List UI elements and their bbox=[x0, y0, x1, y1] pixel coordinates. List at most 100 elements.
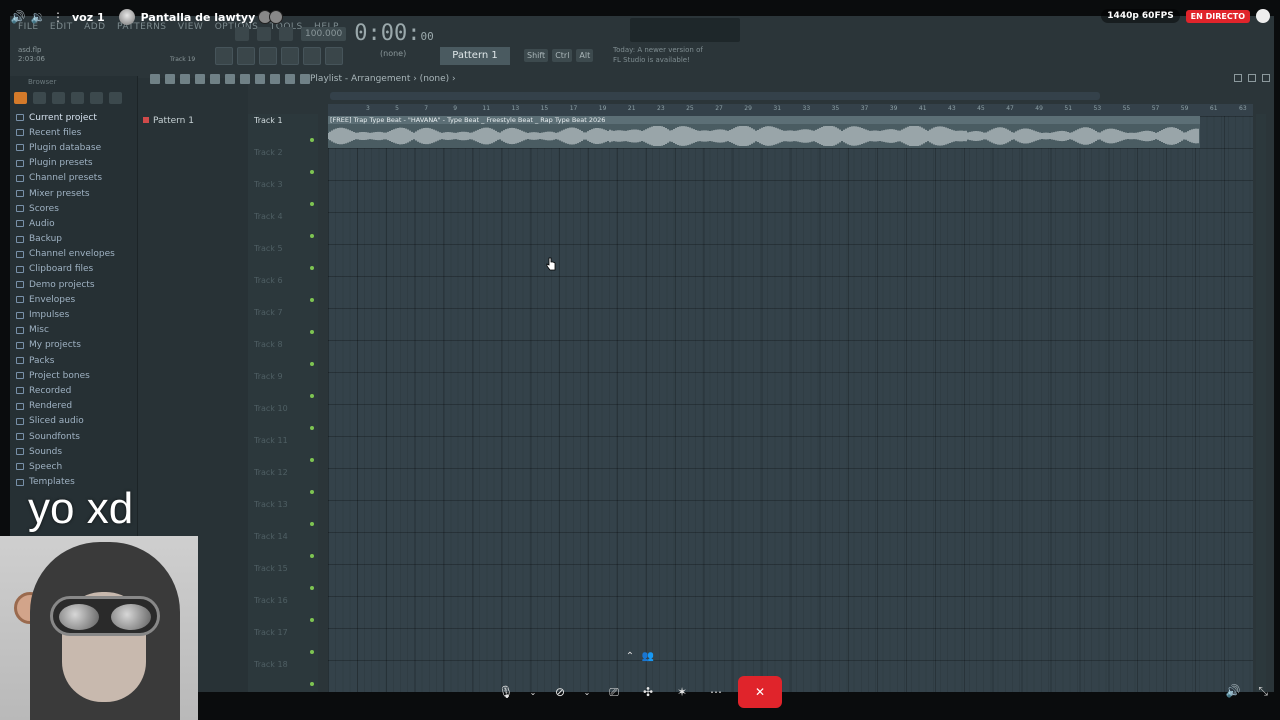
browser-tool-star[interactable] bbox=[109, 92, 122, 104]
browser-tool-cloud[interactable] bbox=[90, 92, 103, 104]
track-enable-led[interactable] bbox=[310, 618, 314, 622]
track-label[interactable]: Track 2 bbox=[254, 148, 283, 157]
browser-item[interactable]: Project bones bbox=[12, 368, 137, 383]
minimize-icon[interactable] bbox=[1234, 74, 1242, 82]
slip-icon[interactable] bbox=[240, 74, 250, 84]
browser-item[interactable]: Recorded bbox=[12, 383, 137, 398]
track-enable-led[interactable] bbox=[310, 426, 314, 430]
close-icon[interactable] bbox=[1262, 74, 1270, 82]
browser-item[interactable]: My projects bbox=[12, 338, 137, 353]
track-label[interactable]: Track 17 bbox=[254, 628, 288, 637]
browser-tool-all[interactable] bbox=[14, 92, 27, 104]
playback-icon[interactable] bbox=[300, 74, 310, 84]
track-label[interactable]: Track 8 bbox=[254, 340, 283, 349]
track-label[interactable]: Track 13 bbox=[254, 500, 288, 509]
track-enable-led[interactable] bbox=[310, 554, 314, 558]
browser-item[interactable]: Plugin database bbox=[12, 140, 137, 155]
browser-tool-current[interactable] bbox=[33, 92, 46, 104]
timeline-ruler[interactable]: 3 5 7 9 11 13 15 17 19 21 23 25 27 29 31 33 35 37 39 41 43 45… bbox=[328, 104, 1253, 116]
browser-item[interactable]: Impulses bbox=[12, 307, 137, 322]
browser-item[interactable]: Channel envelopes bbox=[12, 247, 137, 262]
activities-icon[interactable]: ✣ bbox=[636, 680, 660, 704]
browser-item[interactable]: Channel presets bbox=[12, 171, 137, 186]
maximize-icon[interactable] bbox=[1248, 74, 1256, 82]
shift-key[interactable]: Shift bbox=[524, 49, 549, 62]
track-label[interactable]: Track 15 bbox=[254, 564, 288, 573]
fullscreen-exit-icon[interactable]: ⤡ bbox=[1258, 684, 1268, 699]
track-enable-led[interactable] bbox=[310, 266, 314, 270]
channel-rack-button[interactable] bbox=[259, 47, 277, 65]
browser-item[interactable]: Envelopes bbox=[12, 292, 137, 307]
volume-icon[interactable]: 🔉 bbox=[30, 9, 46, 25]
track-label[interactable]: Track 14 bbox=[254, 532, 288, 541]
track-enable-led[interactable] bbox=[310, 586, 314, 590]
speaker-icon[interactable]: 🔊 bbox=[10, 9, 26, 25]
track-label[interactable]: Track 12 bbox=[254, 468, 288, 477]
pencil-icon[interactable] bbox=[180, 74, 190, 84]
track-label[interactable]: Track 6 bbox=[254, 276, 283, 285]
track-enable-led[interactable] bbox=[310, 458, 314, 462]
browser-item[interactable]: Plugin presets bbox=[12, 156, 137, 171]
track-label[interactable]: Track 1 bbox=[254, 116, 283, 125]
track-enable-led[interactable] bbox=[310, 234, 314, 238]
track-label[interactable]: Track 9 bbox=[254, 372, 283, 381]
browser-item[interactable]: Clipboard files bbox=[12, 262, 137, 277]
track-label[interactable]: Track 3 bbox=[254, 180, 283, 189]
browser-item[interactable]: Speech bbox=[12, 459, 137, 474]
browser-item[interactable]: Backup bbox=[12, 232, 137, 247]
screen-share-icon[interactable]: ⎚ bbox=[602, 680, 626, 704]
track-label[interactable]: Track 11 bbox=[254, 436, 288, 445]
magnet-icon[interactable] bbox=[165, 74, 175, 84]
browser-item[interactable]: Misc bbox=[12, 323, 137, 338]
select-icon[interactable] bbox=[270, 74, 280, 84]
vertical-scrollbar[interactable] bbox=[1256, 114, 1266, 692]
ctrl-key[interactable]: Ctrl bbox=[552, 49, 573, 62]
arrow-icon[interactable] bbox=[150, 74, 160, 84]
people-icon[interactable]: 👥 bbox=[642, 651, 654, 662]
track-enable-led[interactable] bbox=[310, 394, 314, 398]
microphone-icon[interactable]: 🎙 bbox=[494, 680, 518, 704]
browser-item[interactable]: Soundfonts bbox=[12, 429, 137, 444]
track-label[interactable]: Track 5 bbox=[254, 244, 283, 253]
chevron-down-icon[interactable]: ⌄ bbox=[528, 680, 538, 704]
mic-button[interactable] bbox=[325, 47, 343, 65]
piano-roll-button[interactable] bbox=[237, 47, 255, 65]
browser-item[interactable]: Audio bbox=[12, 216, 137, 231]
plugin-picker-button[interactable] bbox=[303, 47, 321, 65]
track-label[interactable]: Track 16 bbox=[254, 596, 288, 605]
track-enable-led[interactable] bbox=[310, 330, 314, 334]
toggle-panel[interactable]: ⌃ 👥 bbox=[622, 648, 658, 664]
browser-tool-back[interactable] bbox=[52, 92, 65, 104]
playlist-button[interactable] bbox=[215, 47, 233, 65]
track-enable-led[interactable] bbox=[310, 362, 314, 366]
none-selector[interactable]: (none) bbox=[380, 49, 406, 58]
volume-icon[interactable]: 🔊 bbox=[1225, 684, 1240, 699]
track-enable-led[interactable] bbox=[310, 650, 314, 654]
browser-item[interactable]: Recent files bbox=[12, 125, 137, 140]
track-enable-led[interactable] bbox=[310, 490, 314, 494]
alt-key[interactable]: Alt bbox=[576, 49, 594, 62]
more-icon[interactable]: ⋯ bbox=[704, 680, 728, 704]
news-panel[interactable]: Today: A newer version of FL Studio is a… bbox=[613, 45, 703, 65]
track-enable-led[interactable] bbox=[310, 202, 314, 206]
mixer-button[interactable] bbox=[281, 47, 299, 65]
camera-off-icon[interactable]: ⊘ bbox=[548, 680, 572, 704]
chevron-down-icon[interactable]: ⌄ bbox=[582, 680, 592, 704]
track-label[interactable]: Track 10 bbox=[254, 404, 288, 413]
chevron-up-icon[interactable]: ⌃ bbox=[626, 651, 634, 662]
soundboard-icon[interactable]: ✶ bbox=[670, 680, 694, 704]
zoom-icon[interactable] bbox=[285, 74, 295, 84]
chat-icon[interactable] bbox=[1256, 9, 1270, 23]
slice-icon[interactable] bbox=[255, 74, 265, 84]
mute-icon[interactable] bbox=[225, 74, 235, 84]
browser-item[interactable]: Scores bbox=[12, 201, 137, 216]
browser-tool-plugins[interactable] bbox=[71, 92, 84, 104]
browser-item[interactable]: Sliced audio bbox=[12, 414, 137, 429]
track-enable-led[interactable] bbox=[310, 522, 314, 526]
brush-icon[interactable] bbox=[195, 74, 205, 84]
pattern-item[interactable]: Pattern 1 bbox=[143, 116, 248, 126]
browser-item[interactable]: Sounds bbox=[12, 444, 137, 459]
browser-item[interactable]: Packs bbox=[12, 353, 137, 368]
browser-item[interactable]: Current project bbox=[12, 110, 137, 125]
browser-item[interactable]: Rendered bbox=[12, 399, 137, 414]
